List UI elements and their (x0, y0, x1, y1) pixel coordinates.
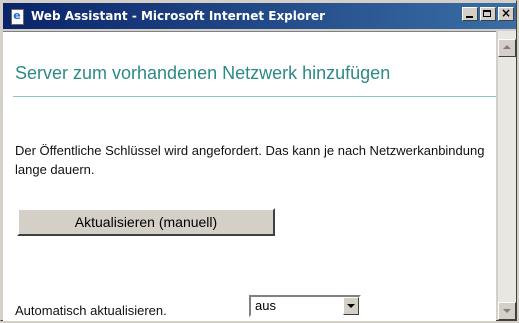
ie-icon: e (9, 8, 25, 25)
minimize-button[interactable] (462, 7, 478, 21)
browser-window: e Web Assistant - Microsoft Internet Exp… (0, 0, 517, 321)
auto-refresh-value: aus (255, 298, 276, 313)
title-bar[interactable]: e Web Assistant - Microsoft Internet Exp… (3, 3, 516, 29)
maximize-button[interactable] (480, 7, 496, 21)
auto-refresh-select[interactable]: aus (249, 295, 361, 317)
page-content: Server zum vorhandenen Netzwerk hinzufüg… (3, 31, 496, 321)
scroll-down-button[interactable] (498, 302, 516, 320)
heading-divider (13, 96, 496, 97)
window-controls: × (460, 6, 514, 21)
auto-refresh-label: Automatisch aktualisieren. (15, 303, 167, 318)
dropdown-arrow-icon[interactable] (343, 297, 359, 315)
close-button[interactable]: × (498, 6, 514, 21)
vertical-scrollbar[interactable] (498, 31, 516, 320)
close-icon: × (501, 6, 512, 20)
status-message: Der Öffentliche Schlüssel wird angeforde… (15, 143, 485, 177)
refresh-manual-button[interactable]: Aktualisieren (manuell) (17, 208, 275, 236)
page-title: Server zum vorhandenen Netzwerk hinzufüg… (15, 63, 391, 83)
window-title: Web Assistant - Microsoft Internet Explo… (31, 9, 326, 23)
scroll-up-button[interactable] (498, 39, 516, 57)
